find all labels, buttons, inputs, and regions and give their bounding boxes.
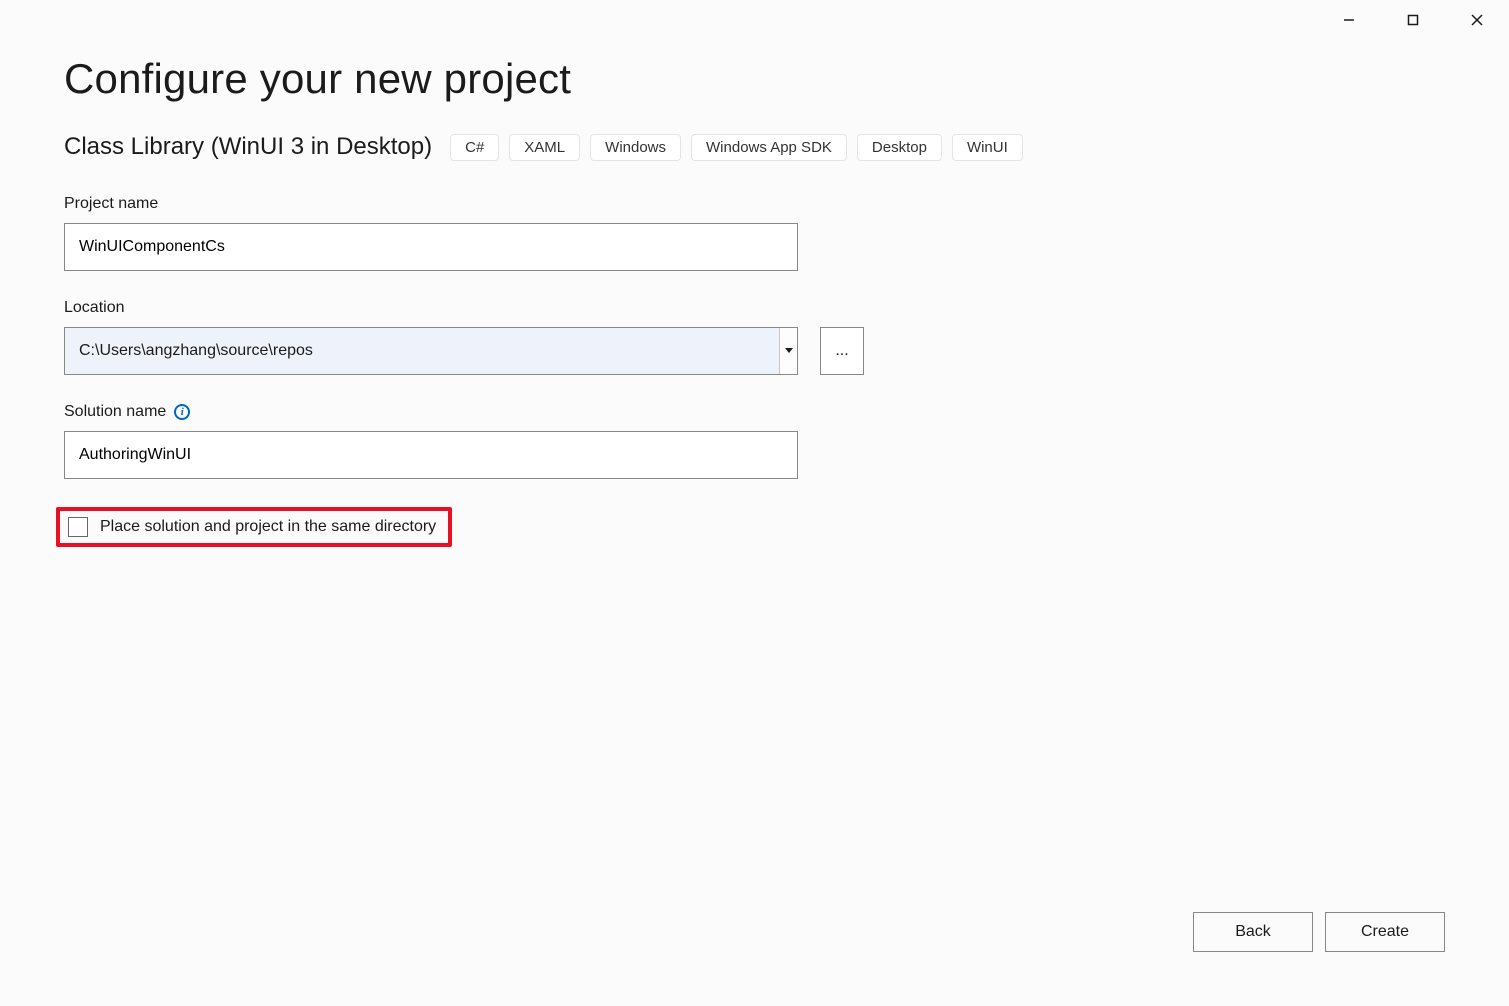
solution-name-input[interactable] [64, 431, 798, 479]
chevron-down-icon [785, 348, 793, 354]
location-dropdown-arrow[interactable] [779, 328, 797, 374]
tag-csharp: C# [450, 134, 499, 161]
maximize-icon [1407, 14, 1419, 26]
minimize-icon [1343, 14, 1355, 26]
window-maximize-button[interactable] [1381, 0, 1445, 40]
project-name-group: Project name [64, 195, 1445, 271]
solution-name-label: Solution name [64, 403, 166, 421]
back-button[interactable]: Back [1193, 912, 1313, 952]
window-minimize-button[interactable] [1317, 0, 1381, 40]
location-value: C:\Users\angzhang\source\repos [65, 342, 779, 360]
page-title: Configure your new project [64, 55, 1445, 103]
window-close-button[interactable] [1445, 0, 1509, 40]
template-name: Class Library (WinUI 3 in Desktop) [64, 133, 432, 161]
tag-desktop: Desktop [857, 134, 942, 161]
solution-name-label-row: Solution name i [64, 403, 1445, 421]
tag-windows: Windows [590, 134, 681, 161]
wizard-footer: Back Create [1193, 912, 1445, 952]
same-directory-row[interactable]: Place solution and project in the same d… [56, 507, 452, 547]
location-label: Location [64, 299, 1445, 317]
tag-xaml: XAML [509, 134, 580, 161]
solution-name-group: Solution name i [64, 403, 1445, 479]
location-combobox[interactable]: C:\Users\angzhang\source\repos [64, 327, 798, 375]
template-row: Class Library (WinUI 3 in Desktop) C# XA… [64, 133, 1445, 161]
info-icon[interactable]: i [174, 404, 190, 420]
tag-app-sdk: Windows App SDK [691, 134, 847, 161]
same-directory-label: Place solution and project in the same d… [100, 518, 436, 536]
tag-winui: WinUI [952, 134, 1023, 161]
project-name-label: Project name [64, 195, 1445, 213]
location-group: Location C:\Users\angzhang\source\repos … [64, 299, 1445, 375]
same-directory-checkbox[interactable] [68, 517, 88, 537]
template-tags: C# XAML Windows Windows App SDK Desktop … [450, 134, 1023, 161]
browse-button[interactable]: ... [820, 327, 864, 375]
window-controls [1317, 0, 1509, 40]
close-icon [1470, 13, 1484, 27]
project-name-input[interactable] [64, 223, 798, 271]
create-button[interactable]: Create [1325, 912, 1445, 952]
